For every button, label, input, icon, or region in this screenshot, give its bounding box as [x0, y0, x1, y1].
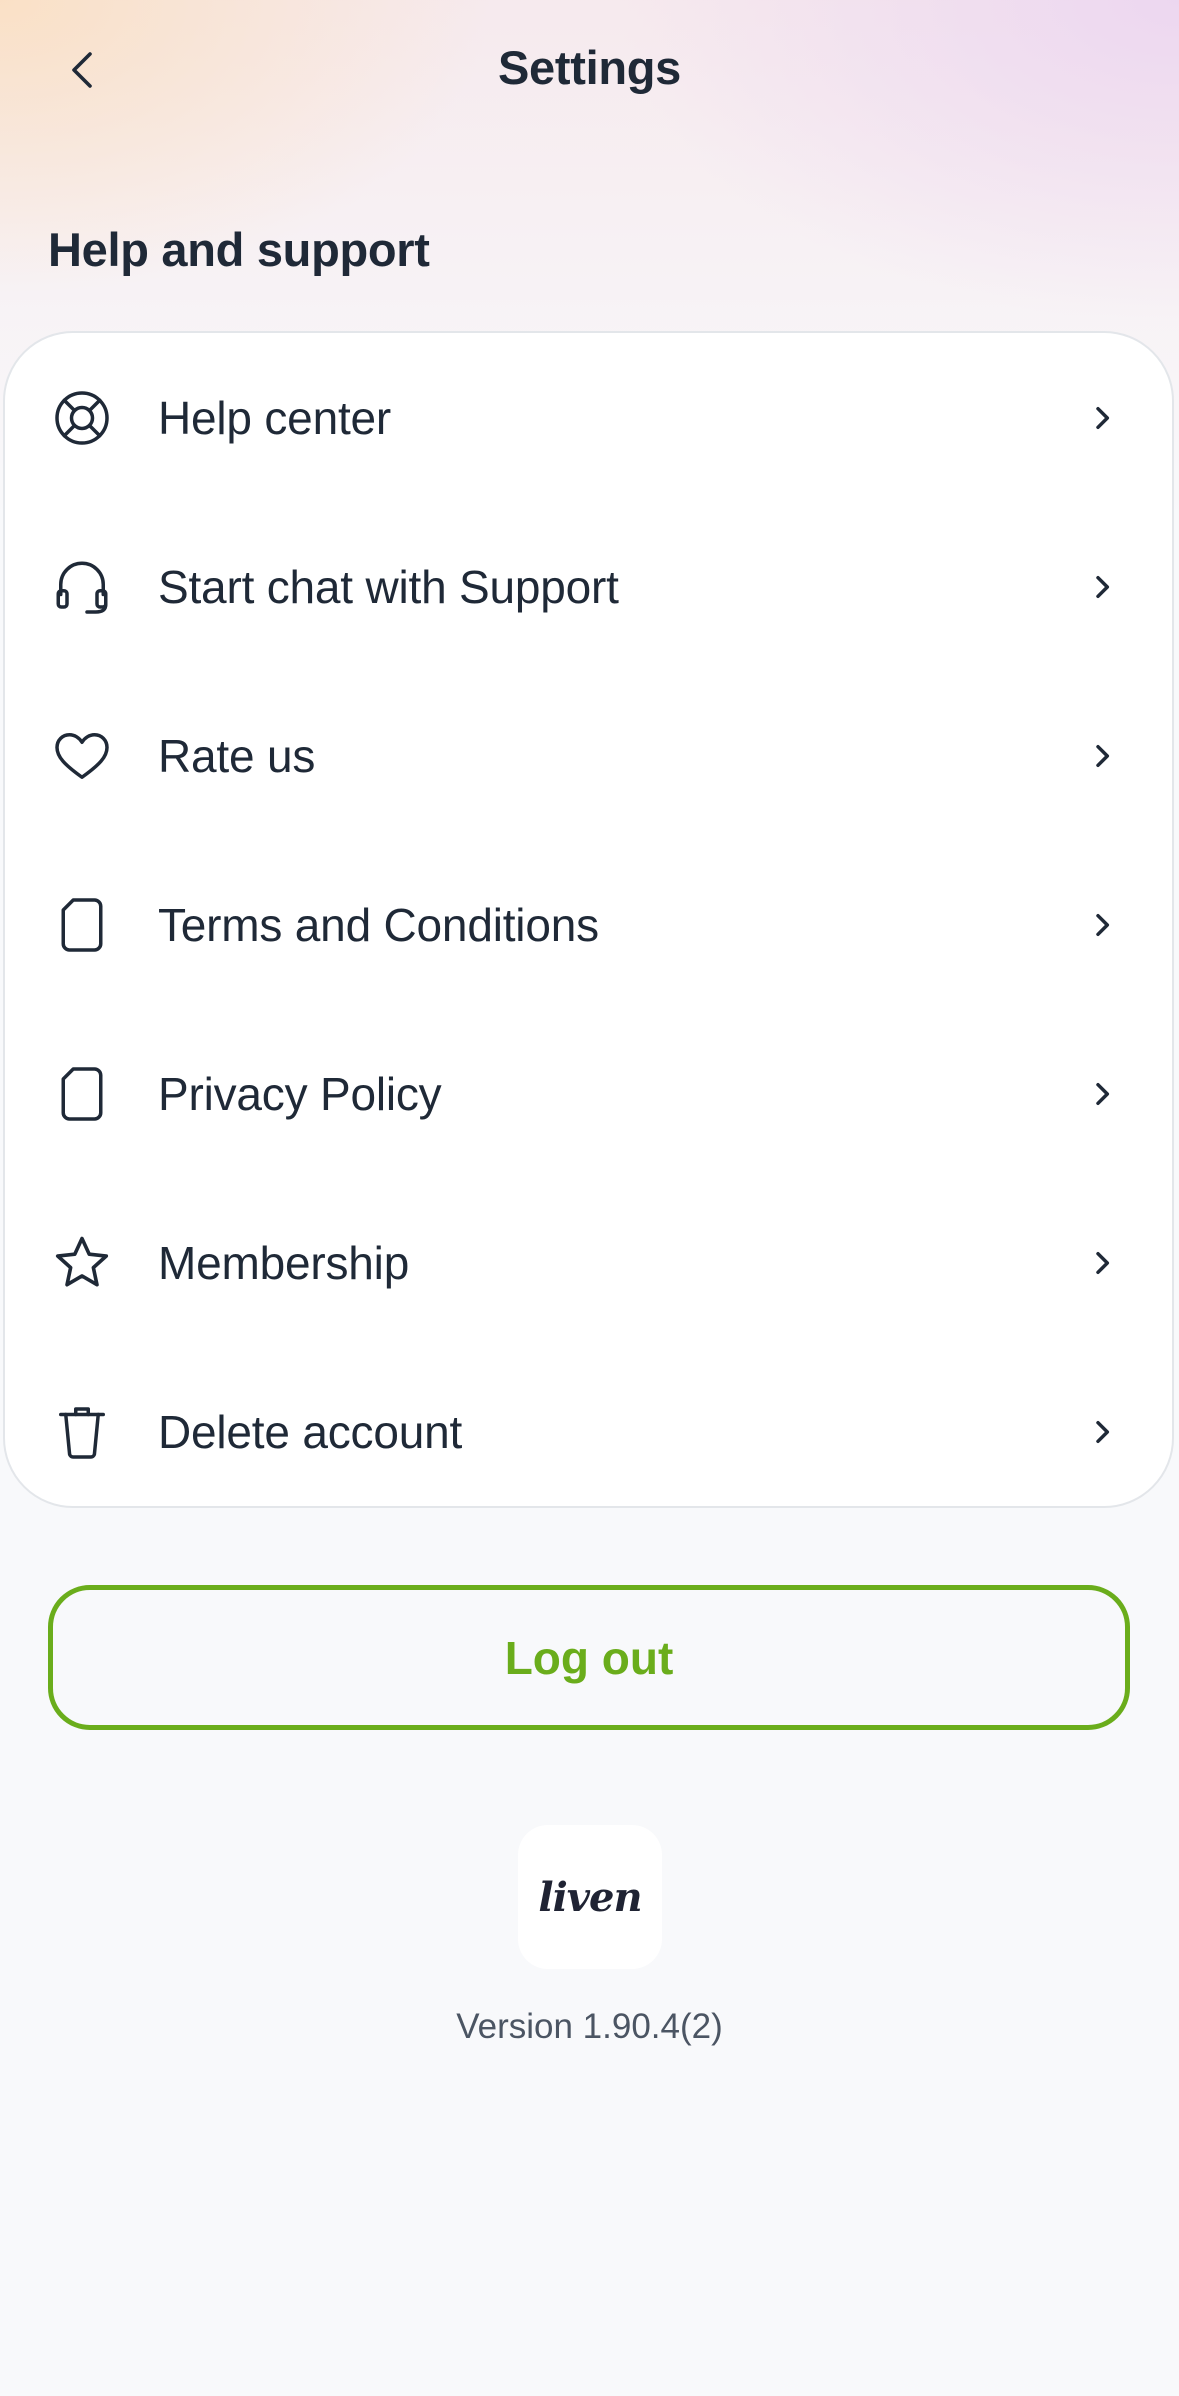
version-text: Version 1.90.4(2)	[456, 2007, 723, 2046]
menu-item-label: Membership	[158, 1236, 410, 1289]
menu-item-help-center[interactable]: Help center	[5, 333, 1172, 502]
document-icon	[50, 893, 114, 957]
trash-icon	[50, 1400, 114, 1464]
menu-item-membership[interactable]: Membership	[5, 1178, 1172, 1347]
app-logo: liven	[518, 1825, 662, 1969]
menu-item-delete-account[interactable]: Delete account	[5, 1347, 1172, 1506]
menu-item-label: Privacy Policy	[158, 1067, 442, 1120]
document-icon	[50, 1062, 114, 1126]
menu-item-label: Rate us	[158, 729, 316, 782]
menu-item-start-chat-support[interactable]: Start chat with Support	[5, 502, 1172, 671]
menu-item-label: Terms and Conditions	[158, 898, 599, 951]
section-title: Help and support	[48, 223, 430, 276]
chevron-right-icon	[1084, 1076, 1120, 1112]
menu-item-label: Start chat with Support	[158, 560, 619, 613]
heart-icon	[50, 724, 114, 788]
logout-button[interactable]: Log out	[48, 1585, 1130, 1730]
app-logo-text: liven	[538, 1873, 642, 1921]
menu-item-terms-and-conditions[interactable]: Terms and Conditions	[5, 840, 1172, 1009]
chevron-right-icon	[1084, 1414, 1120, 1450]
help-support-menu: Help center Start chat with Support Rate…	[3, 331, 1174, 1508]
menu-item-label: Delete account	[158, 1405, 463, 1458]
chevron-right-icon	[1084, 569, 1120, 605]
menu-item-privacy-policy[interactable]: Privacy Policy	[5, 1009, 1172, 1178]
menu-item-label: Help center	[158, 391, 392, 444]
star-icon	[50, 1231, 114, 1295]
page-title: Settings	[497, 41, 681, 94]
chevron-right-icon	[1084, 1245, 1120, 1281]
chevron-right-icon	[1084, 907, 1120, 943]
top-bar: Settings	[0, 0, 1179, 145]
menu-item-rate-us[interactable]: Rate us	[5, 671, 1172, 840]
headphones-icon	[50, 555, 114, 619]
chevron-right-icon	[1084, 400, 1120, 436]
chevron-right-icon	[1084, 738, 1120, 774]
lifebuoy-icon	[50, 386, 114, 450]
